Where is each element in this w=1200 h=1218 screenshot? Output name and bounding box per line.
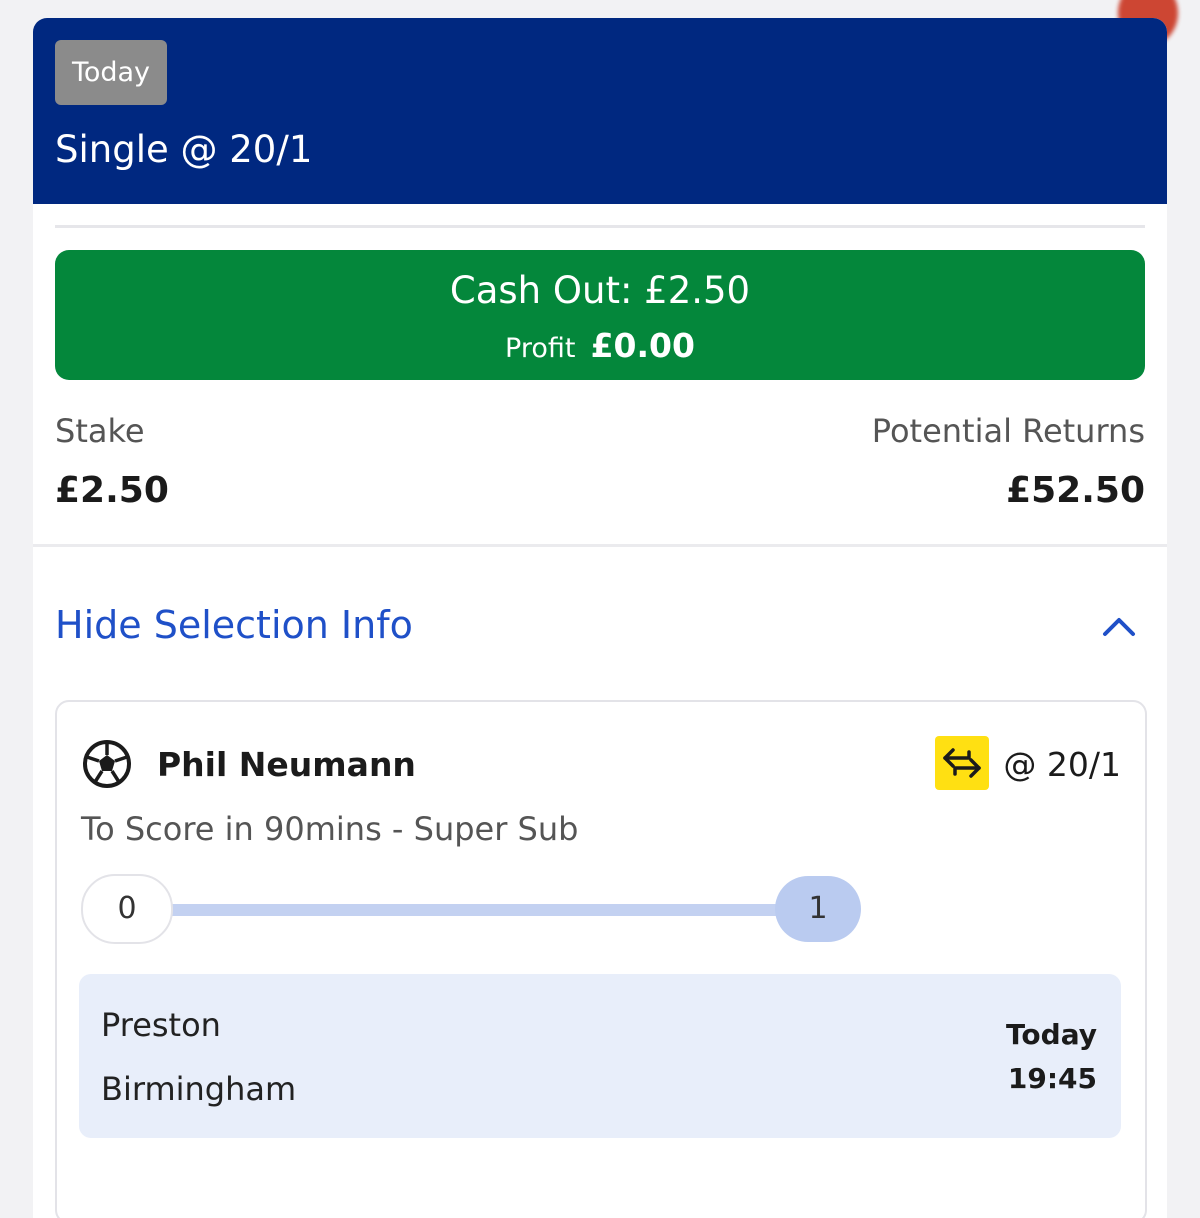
player-name: Phil Neumann [157,745,416,784]
day-badge: Today [55,40,167,105]
event-time: 19:45 [1007,1062,1097,1095]
stake-label: Stake [55,412,145,450]
divider [55,225,1145,228]
chevron-up-icon[interactable] [1097,608,1141,644]
cash-out-button[interactable]: Cash Out: £2.50 Profit £0.00 [55,250,1145,380]
profit-value: £0.00 [590,326,695,365]
football-icon [83,740,131,788]
market-name: To Score in 90mins - Super Sub [81,810,579,848]
profit-label: Profit [505,333,576,364]
bet-title: Single @ 20/1 [55,128,313,171]
swap-arrows-icon[interactable] [935,736,989,790]
bet-header: Today Single @ 20/1 [33,18,1167,204]
selection-odds: @ 20/1 [1003,745,1121,784]
progress-end-value: 1 [775,876,861,942]
progress-start-value: 0 [81,874,173,944]
away-team: Birmingham [101,1070,297,1108]
event-info[interactable]: Preston Birmingham Today 19:45 [79,974,1121,1138]
section-divider [33,544,1167,547]
event-day: Today [1006,1018,1097,1051]
potential-returns-value: £52.50 [1006,470,1145,511]
bet-card: Today Single @ 20/1 Cash Out: £2.50 Prof… [33,18,1167,1218]
potential-returns-label: Potential Returns [871,412,1145,450]
cash-out-label: Cash Out: £2.50 [449,269,751,312]
progress-track [127,904,797,916]
home-team: Preston [101,1006,221,1044]
stake-value: £2.50 [55,470,169,511]
hide-selection-info-link[interactable]: Hide Selection Info [55,600,413,650]
profit-row: Profit £0.00 [55,326,1145,372]
selection-card: Phil Neumann @ 20/1 To Score in 90mins -… [55,700,1147,1218]
